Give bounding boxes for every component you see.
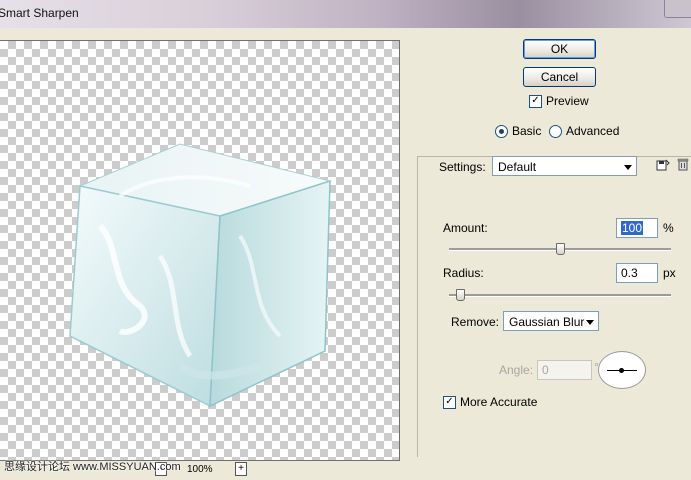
chevron-down-icon xyxy=(586,320,594,325)
basic-radio[interactable] xyxy=(495,124,508,138)
chevron-down-icon xyxy=(624,165,632,170)
more-accurate-row[interactable]: ✓ More Accurate xyxy=(443,395,537,409)
preview-checkbox[interactable]: ✓ xyxy=(529,94,542,108)
title-bar: Smart Sharpen xyxy=(0,0,691,28)
watermark: 思缘设计论坛 www.MISSYUAN.com xyxy=(4,461,181,473)
settings-label: Settings: xyxy=(439,160,486,174)
window-title: Smart Sharpen xyxy=(0,6,79,20)
remove-label: Remove: xyxy=(451,315,500,329)
advanced-radio[interactable] xyxy=(549,124,562,138)
close-window-button[interactable] xyxy=(664,0,691,18)
amount-label: Amount: xyxy=(443,221,488,235)
radius-value: 0.3 xyxy=(621,266,638,280)
angle-label: Angle: xyxy=(499,363,534,377)
remove-value: Gaussian Blur xyxy=(509,315,585,329)
basic-radio-row[interactable]: Basic xyxy=(495,124,541,138)
radio-selected-dot xyxy=(499,128,504,134)
preview-checkbox-row[interactable]: ✓ Preview xyxy=(529,94,589,108)
preview-canvas[interactable] xyxy=(0,40,400,461)
radius-slider-track[interactable] xyxy=(449,294,671,297)
radius-label: Radius: xyxy=(443,266,484,280)
advanced-radio-row[interactable]: Advanced xyxy=(549,124,619,138)
trash-icon[interactable] xyxy=(676,157,690,171)
advanced-label: Advanced xyxy=(566,124,620,138)
angle-value: 0 xyxy=(542,363,549,377)
radius-unit: px xyxy=(663,266,676,280)
save-settings-icon[interactable] xyxy=(656,158,670,172)
more-accurate-checkbox[interactable]: ✓ xyxy=(443,395,456,409)
angle-input: 0 xyxy=(537,360,592,380)
radius-input[interactable]: 0.3 xyxy=(616,263,658,283)
more-accurate-label: More Accurate xyxy=(460,395,538,409)
ok-button[interactable]: OK xyxy=(523,39,596,59)
settings-value: Default xyxy=(498,160,537,174)
basic-label: Basic xyxy=(512,124,542,138)
cancel-button[interactable]: Cancel xyxy=(523,67,596,87)
settings-group xyxy=(417,156,691,457)
amount-slider-thumb[interactable] xyxy=(555,243,565,255)
preview-label: Preview xyxy=(546,94,589,108)
zoom-in-button[interactable]: + xyxy=(235,462,247,476)
amount-unit: % xyxy=(663,221,674,235)
amount-value: 100 xyxy=(621,221,644,235)
angle-dial xyxy=(598,351,646,389)
angle-center-dot xyxy=(619,368,624,373)
amount-input[interactable]: 100 xyxy=(616,218,658,238)
remove-dropdown[interactable]: Gaussian Blur xyxy=(503,311,599,331)
settings-dropdown[interactable]: Default xyxy=(492,156,637,176)
ice-cube-image xyxy=(69,143,332,408)
zoom-level: 100% xyxy=(187,464,213,475)
radius-slider-thumb[interactable] xyxy=(455,289,465,301)
